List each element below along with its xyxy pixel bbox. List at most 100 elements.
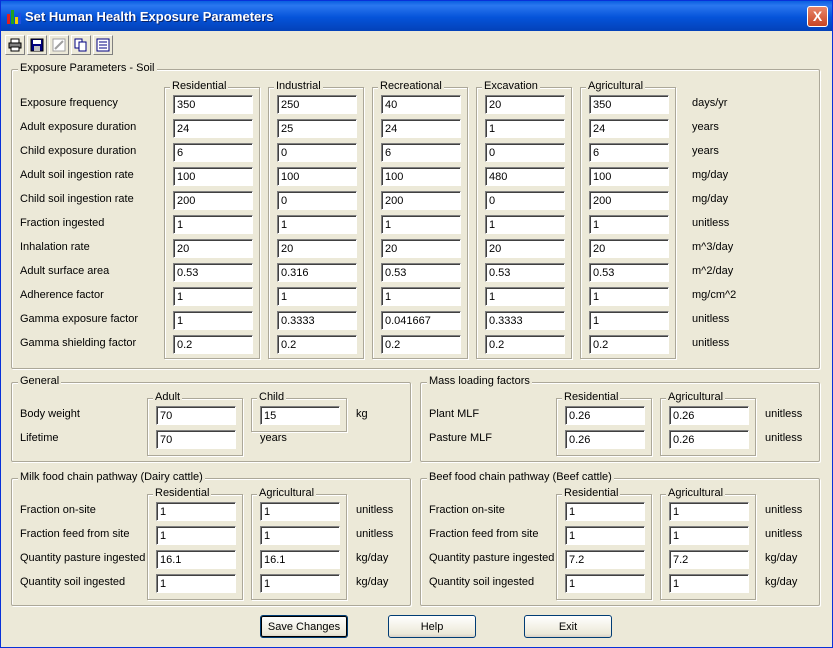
milk-value-input[interactable] [156, 526, 236, 545]
soil-value-input[interactable] [381, 191, 461, 210]
soil-value-input[interactable] [381, 215, 461, 234]
soil-value-input[interactable] [381, 287, 461, 306]
soil-value-input[interactable] [173, 191, 253, 210]
soil-value-input[interactable] [277, 191, 357, 210]
milk-column-title: Agricultural [257, 487, 317, 499]
soil-value-input[interactable] [173, 95, 253, 114]
soil-value-input[interactable] [381, 239, 461, 258]
dialog-window: Set Human Health Exposure Parameters X E… [0, 0, 833, 648]
soil-value-input[interactable] [589, 143, 669, 162]
soil-value-input[interactable] [589, 191, 669, 210]
soil-value-input[interactable] [381, 119, 461, 138]
beef-value-input[interactable] [565, 550, 645, 569]
beef-value-input[interactable] [565, 526, 645, 545]
beef-value-input[interactable] [669, 502, 749, 521]
soil-value-input[interactable] [589, 239, 669, 258]
mass-value-input[interactable] [565, 406, 645, 425]
beef-value-input[interactable] [565, 574, 645, 593]
soil-value-input[interactable] [173, 119, 253, 138]
save-changes-button[interactable]: Save Changes [260, 615, 348, 638]
soil-value-input[interactable] [589, 215, 669, 234]
soil-value-input[interactable] [485, 191, 565, 210]
soil-value-input[interactable] [173, 263, 253, 282]
soil-value-input[interactable] [173, 335, 253, 354]
soil-value-input[interactable] [485, 119, 565, 138]
soil-value-input[interactable] [589, 167, 669, 186]
copy-button[interactable] [71, 35, 91, 55]
beef-row-label: Fraction feed from site [429, 528, 539, 540]
save-file-button[interactable] [27, 35, 47, 55]
soil-value-input[interactable] [485, 143, 565, 162]
soil-value-input[interactable] [589, 311, 669, 330]
soil-value-input[interactable] [589, 287, 669, 306]
soil-value-input[interactable] [589, 263, 669, 282]
milk-row-label: Quantity pasture ingested [20, 552, 146, 564]
soil-value-input[interactable] [173, 143, 253, 162]
soil-value-input[interactable] [277, 311, 357, 330]
soil-column-title: Industrial [274, 80, 323, 92]
milk-value-input[interactable] [260, 574, 340, 593]
soil-value-input[interactable] [485, 311, 565, 330]
soil-row-unit: unitless [692, 313, 730, 325]
soil-value-input[interactable] [589, 335, 669, 354]
mass-value-input[interactable] [669, 430, 749, 449]
milk-value-input[interactable] [156, 574, 236, 593]
soil-value-input[interactable] [173, 215, 253, 234]
soil-value-input[interactable] [277, 335, 357, 354]
soil-value-input[interactable] [381, 335, 461, 354]
milk-value-input[interactable] [260, 502, 340, 521]
soil-value-input[interactable] [277, 167, 357, 186]
adult-lifetime-input[interactable] [156, 430, 236, 449]
help-button[interactable]: Help [388, 615, 476, 638]
soil-value-input[interactable] [173, 167, 253, 186]
soil-value-input[interactable] [173, 311, 253, 330]
exit-button[interactable]: Exit [524, 615, 612, 638]
soil-value-input[interactable] [485, 215, 565, 234]
soil-value-input[interactable] [485, 263, 565, 282]
edit-button[interactable] [49, 35, 69, 55]
beef-value-input[interactable] [669, 526, 749, 545]
soil-value-input[interactable] [277, 215, 357, 234]
mass-value-input[interactable] [565, 430, 645, 449]
soil-value-input[interactable] [381, 143, 461, 162]
soil-value-input[interactable] [173, 287, 253, 306]
adult-body-weight-input[interactable] [156, 406, 236, 425]
close-button[interactable]: X [807, 6, 828, 27]
soil-value-input[interactable] [485, 287, 565, 306]
beef-row-unit: kg/day [765, 552, 798, 564]
soil-row-label: Exposure frequency [20, 97, 118, 109]
soil-value-input[interactable] [277, 263, 357, 282]
soil-value-input[interactable] [277, 287, 357, 306]
soil-value-input[interactable] [173, 239, 253, 258]
soil-value-input[interactable] [589, 95, 669, 114]
soil-value-input[interactable] [381, 167, 461, 186]
milk-value-input[interactable] [156, 550, 236, 569]
soil-value-input[interactable] [277, 95, 357, 114]
milk-row-unit: unitless [356, 504, 394, 516]
soil-value-input[interactable] [277, 119, 357, 138]
milk-value-input[interactable] [156, 502, 236, 521]
soil-column-title: Excavation [482, 80, 540, 92]
print-button[interactable] [5, 35, 25, 55]
soil-value-input[interactable] [485, 167, 565, 186]
mass-column-title: Residential [562, 391, 621, 403]
soil-value-input[interactable] [381, 263, 461, 282]
export-button[interactable] [93, 35, 113, 55]
title-bar[interactable]: Set Human Health Exposure Parameters X [1, 1, 832, 31]
milk-value-input[interactable] [260, 526, 340, 545]
soil-value-input[interactable] [485, 95, 565, 114]
soil-value-input[interactable] [485, 335, 565, 354]
soil-value-input[interactable] [381, 95, 461, 114]
general-column-title: Adult [153, 391, 183, 403]
soil-value-input[interactable] [381, 311, 461, 330]
milk-value-input[interactable] [260, 550, 340, 569]
beef-value-input[interactable] [669, 574, 749, 593]
soil-value-input[interactable] [277, 143, 357, 162]
child-body-weight-input[interactable] [260, 406, 340, 425]
beef-value-input[interactable] [565, 502, 645, 521]
mass-value-input[interactable] [669, 406, 749, 425]
soil-value-input[interactable] [277, 239, 357, 258]
soil-value-input[interactable] [589, 119, 669, 138]
beef-value-input[interactable] [669, 550, 749, 569]
soil-value-input[interactable] [485, 239, 565, 258]
